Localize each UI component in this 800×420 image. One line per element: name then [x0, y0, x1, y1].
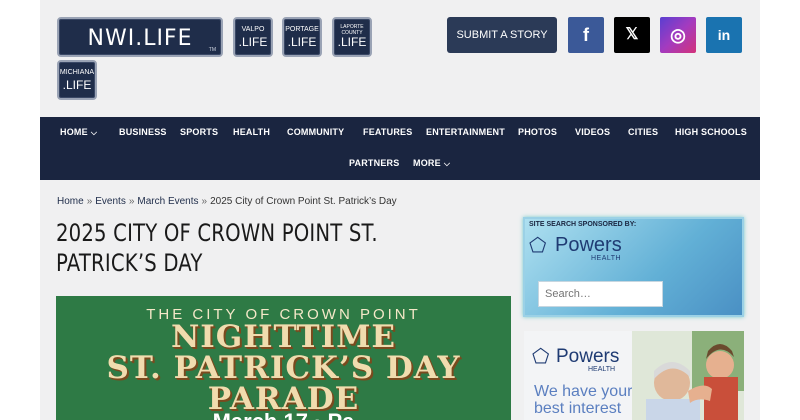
nav-item-community[interactable]: COMMUNITY [287, 127, 344, 137]
plate-bottom-text: .LIFE [62, 78, 92, 92]
submit-story-button[interactable]: SUBMIT A STORY [447, 17, 557, 53]
poster-headline-line: ST. PATRICK’S DAY [106, 350, 461, 386]
x-icon[interactable]: 𝕏 [614, 17, 650, 53]
logo-text: NWI.LIFE [87, 26, 193, 51]
breadcrumb-current: 2025 City of Crown Point St. Patrick’s D… [210, 196, 397, 207]
plate-top-text: PORTAGE [285, 26, 319, 33]
linkedin-icon[interactable]: in [706, 17, 742, 53]
plate-bottom-text: .LIFE [238, 35, 268, 49]
poster-headline: NIGHTTIME ST. PATRICK’S DAY PARADE [56, 322, 511, 415]
nav-item-cities[interactable]: CITIES [628, 127, 658, 137]
breadcrumb-separator: » [201, 196, 208, 207]
brand-subtitle: HEALTH [588, 366, 616, 373]
chevron-down-icon: ⌵ [90, 128, 98, 137]
nav-item-photos[interactable]: PHOTOS [518, 127, 557, 137]
powers-pentagon-icon: ⬠ [532, 346, 550, 368]
nav-item-partners[interactable]: PARTNERS [349, 158, 399, 168]
sponsor-label: SITE SEARCH SPONSORED BY: [529, 221, 637, 228]
trademark-mark: TM [208, 47, 216, 53]
powers-health-logo[interactable]: ⬠ Powers HEALTH [529, 231, 649, 267]
breadcrumb-events-link[interactable]: Events [95, 196, 126, 207]
ad-tagline: We have your best interest [534, 383, 633, 417]
brand-name: Powers [555, 234, 622, 256]
nav-label: HOME [60, 127, 88, 137]
nav-label: MORE [413, 158, 441, 168]
michiana-life-logo[interactable]: MICHIANA .LIFE [57, 60, 97, 100]
family-photo-image [632, 331, 744, 420]
plate-bottom-text: .LIFE [287, 35, 317, 49]
nwi-life-logo[interactable]: NWI.LIFE TM [57, 17, 223, 57]
page: NWI.LIFE TM VALPO .LIFE PORTAGE .LIFE LA… [40, 0, 760, 420]
event-poster-image[interactable]: THE CITY OF CROWN POINT NIGHTTIME ST. PA… [56, 296, 511, 420]
nav-item-videos[interactable]: VIDEOS [575, 127, 610, 137]
page-title: 2025 CITY OF CROWN POINT ST. PATRICK’S D… [56, 219, 378, 277]
valpo-life-logo[interactable]: VALPO .LIFE [233, 17, 273, 57]
breadcrumb: Home» Events» March Events» 2025 City of Cr… [57, 196, 397, 207]
breadcrumb-separator: » [128, 196, 135, 207]
facebook-icon[interactable]: f [568, 17, 604, 53]
plate-top-text: VALPO [241, 26, 265, 33]
plate-bottom-text: .LIFE [337, 35, 367, 49]
nav-item-sports[interactable]: SPORTS [180, 127, 218, 137]
nav-item-health[interactable]: HEALTH [233, 127, 270, 137]
breadcrumb-home-link[interactable]: Home [57, 196, 84, 207]
brand-name: Powers [556, 346, 620, 367]
breadcrumb-separator: » [86, 196, 93, 207]
main-nav: HOME ⌵ BUSINESS SPORTS HEALTH COMMUNITY F… [40, 117, 760, 180]
breadcrumb-march-events-link[interactable]: March Events [137, 196, 198, 207]
chevron-down-icon: ⌵ [443, 159, 451, 168]
poster-date: March 17 · Pa [56, 409, 511, 420]
powers-pentagon-icon: ⬠ [529, 235, 547, 257]
nav-item-more[interactable]: MORE ⌵ [413, 158, 450, 169]
search-input[interactable] [538, 281, 663, 307]
laporte-county-life-logo[interactable]: LAPORTE COUNTY .LIFE [332, 17, 372, 57]
powers-health-ad[interactable]: ⬠ Powers HEALTH We have your best intere… [524, 331, 744, 420]
nav-item-entertainment[interactable]: ENTERTAINMENT [426, 127, 505, 137]
instagram-icon[interactable]: ◎ [660, 17, 696, 53]
brand-subtitle: HEALTH [591, 255, 622, 262]
poster-headline-line: NIGHTTIME [170, 319, 397, 355]
site-search-widget: SITE SEARCH SPONSORED BY: ⬠ Powers HEALT… [523, 217, 744, 317]
nav-item-business[interactable]: BUSINESS [119, 127, 167, 137]
portage-life-logo[interactable]: PORTAGE .LIFE [282, 17, 322, 57]
nav-item-home[interactable]: HOME ⌵ [60, 127, 97, 138]
nav-item-high-schools[interactable]: HIGH SCHOOLS [675, 127, 747, 137]
nav-item-features[interactable]: FEATURES [363, 127, 412, 137]
plate-top-text: MICHIANA [59, 69, 95, 76]
